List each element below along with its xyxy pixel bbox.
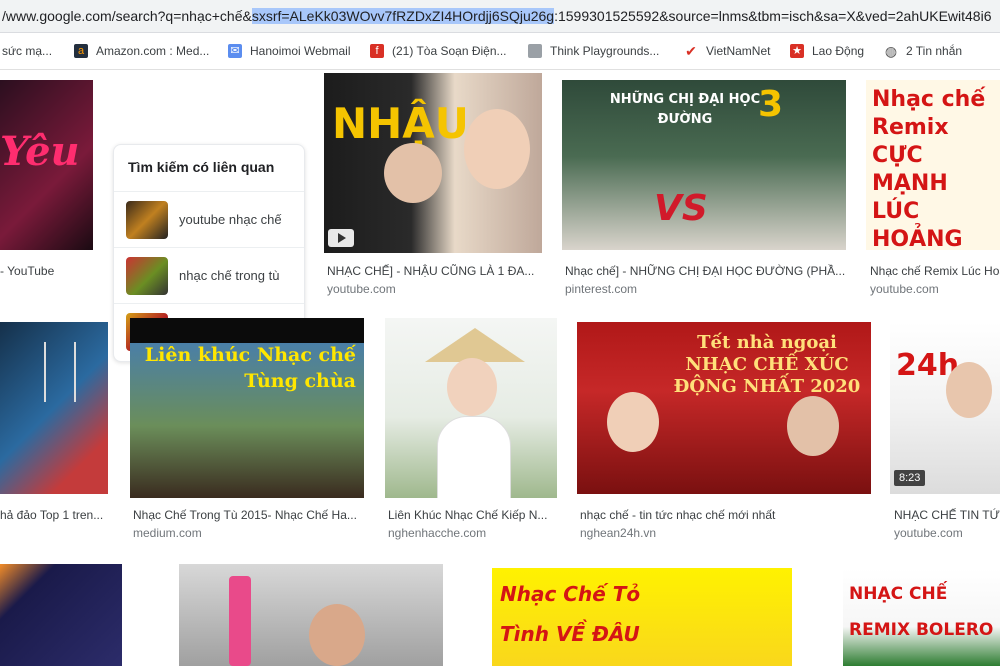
thumb-vs-text: VS: [654, 188, 708, 229]
eiffel-shape: [44, 342, 76, 402]
result-source[interactable]: youtube.com: [894, 526, 1000, 540]
related-search-label: youtube nhạc chế: [179, 212, 282, 227]
result-title[interactable]: Liên Khúc Nhạc Chế Kiếp N...: [388, 508, 556, 522]
result-source[interactable]: youtube.com: [870, 282, 1000, 296]
thumb-overlay-text: Yêu: [0, 128, 80, 175]
bookmark-item[interactable]: Think Playgrounds...: [528, 33, 659, 69]
face-shape: [787, 396, 839, 456]
face-shape: [447, 358, 497, 416]
result-image[interactable]: Nhạc chế Remix CỰC MẠNH LÚC HOẢNG BẠN Ở …: [866, 80, 1000, 250]
result-image[interactable]: Nhạc Chế Tỏ Tình VỀ ĐÂU: [492, 568, 792, 666]
result-source[interactable]: nghean24h.vn: [580, 526, 870, 540]
bookmark-item[interactable]: f (21) Tòa Soạn Điện...: [370, 33, 507, 69]
bookmark-item[interactable]: ✔ VietNamNet: [684, 33, 770, 69]
url-suffix: :1599301525592&source=lnms&tbm=isch&sa=X…: [554, 8, 992, 24]
result-title[interactable]: - YouTube: [0, 264, 93, 278]
result-title[interactable]: Nhạc Chế Trong Tù 2015- Nhạc Chế Ha...: [133, 508, 363, 522]
related-thumb: [126, 257, 168, 295]
check-icon: ✔: [685, 43, 697, 59]
related-search-label: nhạc chế trong tù: [179, 268, 280, 283]
result-title[interactable]: NHẠC CHẾ TIN TỨ...: [894, 508, 1000, 522]
image-results-grid: Yêu - YouTube Tìm kiếm có liên quan yout…: [0, 70, 1000, 666]
amazon-icon: a: [74, 44, 88, 58]
bookmark-label: (21) Tòa Soạn Điện...: [392, 44, 507, 58]
result-image[interactable]: Tết nhà ngoại NHẠC CHẾ XÚC ĐỘNG NHẤT 202…: [577, 322, 871, 494]
thumb-overlay-number: 3: [758, 84, 784, 125]
face-shape: [464, 109, 530, 189]
bookmark-label: Lao Động: [812, 44, 865, 58]
thumb-overlay-text: Nhạc chế Remix CỰC MẠNH LÚC HOẢNG BẠN Ở …: [872, 87, 986, 250]
phone-shape: [229, 576, 251, 666]
result-title[interactable]: hả đảo Top 1 tren...: [0, 508, 108, 522]
bookmark-label: Think Playgrounds...: [550, 44, 660, 58]
related-searches-title: Tìm kiếm có liên quan: [128, 159, 275, 175]
thumb-overlay-text: NHẬU: [332, 99, 469, 148]
face-shape: [384, 143, 442, 203]
thumb-overlay-text: Nhạc Chế Tỏ Tình VỀ ĐÂU: [500, 582, 641, 646]
face-shape: [607, 392, 659, 452]
star-flag-icon: ★: [790, 44, 804, 58]
bookmark-item[interactable]: ★ Lao Động: [790, 33, 864, 69]
face-shape: [309, 604, 365, 666]
video-duration: 8:23: [894, 470, 926, 486]
page-icon: [528, 44, 542, 58]
result-image[interactable]: 24h 8:23: [890, 322, 1000, 494]
result-title[interactable]: Nhạc chế] - NHỮNG CHỊ ĐẠI HỌC ĐƯỜNG (PHẦ…: [565, 264, 845, 278]
play-icon: [328, 229, 354, 247]
result-title[interactable]: nhạc chế - tin tức nhạc chế mới nhất: [580, 508, 870, 522]
ao-dai-shape: [437, 416, 511, 498]
url-selected-text: sxsrf=ALeKk03WOvv7fRZDxZI4HOrdjj6SQju26g: [251, 8, 555, 24]
result-image[interactable]: [179, 564, 443, 666]
bookmark-label: VietNamNet: [706, 44, 771, 58]
result-image[interactable]: NHẠC CHẾ REMIX BOLERO: [843, 568, 1000, 666]
address-bar[interactable]: /www.google.com/search?q=nhạc+chế&sxsrf=…: [0, 0, 1000, 33]
thumb-overlay-text: Liên khúc Nhạc chế Tùng chùa: [144, 344, 356, 392]
result-title[interactable]: Nhạc chế Remix Lúc Hoả...: [870, 264, 1000, 278]
thumb-overlay-text: Tết nhà ngoại NHẠC CHẾ XÚC ĐỘNG NHẤT 202…: [673, 332, 861, 397]
result-title[interactable]: NHẠC CHẾ] - NHẬU CŨNG LÀ 1 ĐA...: [327, 264, 539, 278]
result-image[interactable]: [0, 322, 108, 494]
bookmark-label: Hanoimoi Webmail: [250, 44, 351, 58]
related-thumb: [126, 201, 168, 239]
bookmark-item[interactable]: sức mạ...: [2, 33, 52, 69]
result-image[interactable]: Yêu: [0, 80, 93, 250]
result-source[interactable]: nghenhacche.com: [388, 526, 556, 540]
mail-icon: ✉: [228, 44, 242, 58]
result-image[interactable]: NHỮNG CHỊ ĐẠI HỌC ĐƯỜNG 3 VS: [562, 80, 846, 250]
result-source[interactable]: youtube.com: [327, 282, 539, 296]
thumb-overlay-text: NHẠC CHẾ REMIX BOLERO: [849, 584, 994, 640]
bookmarks-bar: sức mạ... a Amazon.com : Med... ✉ Hanoimoi…: [0, 33, 1000, 70]
facebook-icon: f: [370, 44, 384, 58]
bookmark-item[interactable]: ◍ 2 Tin nhắn: [884, 33, 962, 69]
globe-icon: ◍: [884, 43, 898, 59]
result-image[interactable]: Liên khúc Nhạc chế Tùng chùa: [130, 318, 364, 498]
related-search-item[interactable]: nhạc chế trong tù: [114, 247, 304, 302]
bookmark-label: sức mạ...: [2, 44, 53, 58]
result-image[interactable]: [385, 318, 557, 498]
result-image[interactable]: [0, 564, 122, 666]
result-source[interactable]: medium.com: [133, 526, 363, 540]
url-prefix: /www.google.com/search?q=nhạc+chế&: [2, 8, 252, 24]
thumb-overlay-text: NHỮNG CHỊ ĐẠI HỌC ĐƯỜNG: [609, 92, 761, 127]
bookmark-label: 2 Tin nhắn: [906, 44, 963, 58]
bookmark-item[interactable]: ✉ Hanoimoi Webmail: [228, 33, 350, 69]
face-shape: [946, 362, 992, 418]
result-image[interactable]: NHẬU: [324, 73, 542, 253]
non-la-hat-shape: [425, 328, 525, 362]
bookmark-label: Amazon.com : Med...: [96, 44, 210, 58]
related-search-item[interactable]: youtube nhạc chế: [114, 191, 304, 246]
result-source[interactable]: pinterest.com: [565, 282, 845, 296]
bookmark-item[interactable]: a Amazon.com : Med...: [74, 33, 209, 69]
